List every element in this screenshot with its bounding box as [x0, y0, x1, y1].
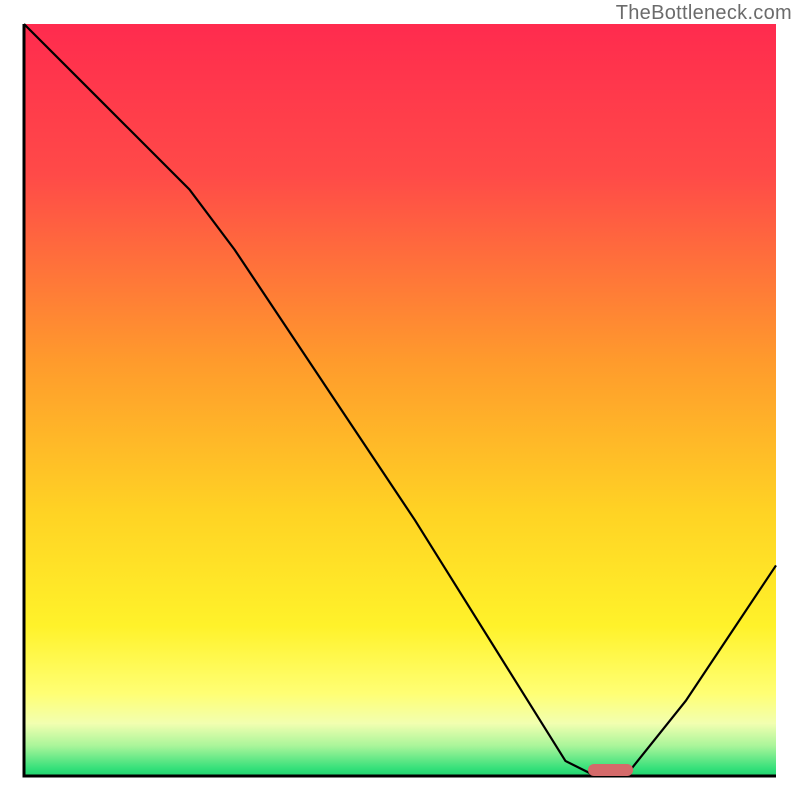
optimal-marker: [588, 764, 633, 776]
watermark-text: TheBottleneck.com: [616, 2, 792, 25]
bottleneck-chart: [0, 0, 800, 800]
